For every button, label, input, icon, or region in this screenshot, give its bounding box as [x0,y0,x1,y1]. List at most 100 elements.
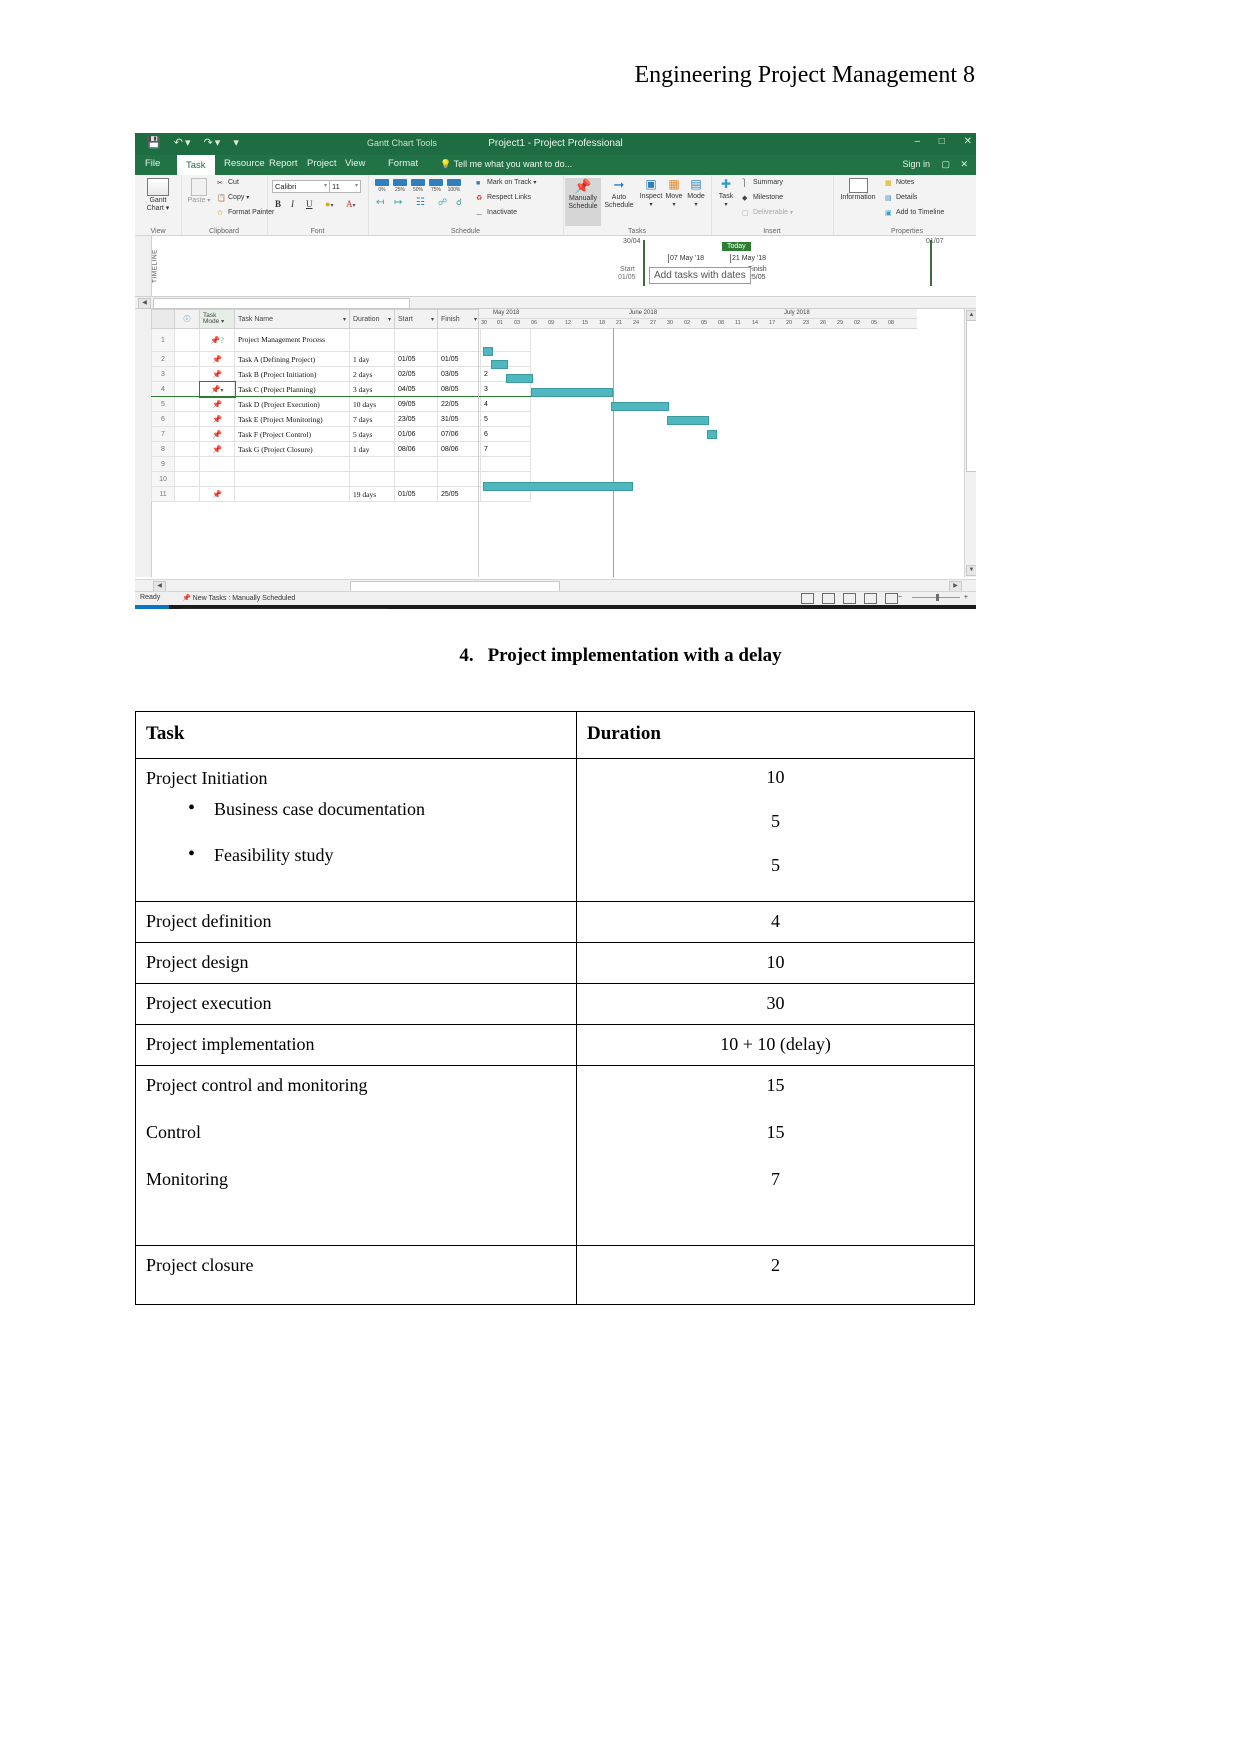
font-name-input[interactable]: Calibri ▾ [272,180,330,193]
ribbon-tab-bar[interactable]: File Task Resource Report Project View F… [135,155,976,175]
mark-on-track-button[interactable]: ■ Mark on Track ▾ [476,179,536,189]
cell-task-mode[interactable] [199,471,235,487]
zoom-out-icon[interactable]: − [898,594,902,601]
cell-info[interactable] [174,396,200,412]
vertical-scroll-thumb[interactable] [966,320,976,472]
reports-view-icon[interactable] [885,593,898,604]
vertical-scrollbar[interactable]: ▲ ▼ [964,309,976,577]
team-planner-view-icon[interactable] [843,593,857,604]
tab-report[interactable]: Report [269,158,298,169]
fill-color-icon[interactable]: ●▾ [325,199,333,209]
milestone-button[interactable]: ◆ Milestone [742,194,783,203]
gantt-chart-view[interactable]: GANTT CHART ⓘ Task Mode ▾ Task Name ▾ [135,309,976,579]
task-insert-button[interactable]: ✚ Task ▾ [713,177,739,209]
resource-sheet-view-icon[interactable] [864,593,878,604]
percent-75-button[interactable]: 75% [428,179,444,193]
ribbon-display-options-icon[interactable]: ▢ [941,159,950,170]
inspect-button[interactable]: ▣ Inspect ▾ [638,177,664,209]
timeline-pane[interactable]: TIMELINE 30/04 01/07 Today 07 May '18 21… [135,236,976,297]
search-input[interactable]: Type here to search [173,608,393,609]
cell-info[interactable] [174,366,200,382]
tab-view[interactable]: View [345,158,365,169]
notes-button[interactable]: ▦ Notes [885,179,914,188]
col-header-task-name[interactable]: Task Name ▾ [234,309,350,329]
tab-file[interactable]: File [145,158,160,169]
status-new-tasks[interactable]: 📌 New Tasks : Manually Scheduled [182,594,295,602]
col-header-start[interactable]: Start ▾ [394,309,438,329]
add-to-timeline-button[interactable]: ▣ Add to Timeline [885,209,944,218]
percent-0-button[interactable]: 0% [374,179,390,193]
gantt-bar-task-f[interactable] [667,416,709,425]
details-button[interactable]: ▤ Details [885,194,917,203]
manually-schedule-button[interactable]: 📌 Manually Schedule [565,178,601,226]
tell-me-box[interactable]: 💡 Tell me what you want to do... [440,159,572,170]
inactivate-button[interactable]: ⚊ Inactivate [476,209,517,218]
cell-task-mode[interactable]: 📌? [199,328,235,352]
table-row[interactable]: 5 📌 Task D (Project Execution) 10 days 0… [151,396,531,412]
summary-button[interactable]: ⎫ Summary [742,179,783,188]
cell-info[interactable] [174,471,200,487]
gantt-bar-task-b[interactable] [491,360,508,369]
scroll-left-arrow-icon[interactable]: ◀ [138,298,151,309]
table-row[interactable]: 2 📌 Task A (Defining Project) 1 day 01/0… [151,351,531,367]
start-button[interactable] [135,605,169,609]
task-rows[interactable]: 1 📌? Project Management Process 2 📌 Task… [151,328,531,502]
cell-info[interactable] [174,351,200,367]
gantt-bar-task-g[interactable] [707,430,717,439]
indent-icon[interactable]: ↦ [394,197,402,208]
cell-task-mode[interactable] [199,456,235,472]
table-row[interactable]: 10 [151,471,531,487]
link-tasks-icon[interactable]: ☍ [438,197,447,208]
cell-task-mode[interactable]: 📌 [199,486,235,502]
split-task-icon[interactable]: ☷ [416,197,425,208]
timeline-add-tasks-placeholder[interactable]: Add tasks with dates [649,267,751,284]
cell-info[interactable] [174,426,200,442]
ribbon[interactable]: Gantt Chart ▾ View Paste ▾ ✂ Cut 📋 Copy ▾ [135,175,976,236]
cell-info[interactable] [174,411,200,427]
information-button[interactable]: Information [835,178,881,202]
table-row[interactable]: 3 📌 Task B (Project Initiation) 2 days 0… [151,366,531,382]
gantt-bar-task-e[interactable] [611,402,669,411]
cell-info[interactable] [174,381,200,397]
col-header-info[interactable]: ⓘ [174,309,200,329]
format-painter-button[interactable]: ✩ Format Painter [217,209,274,218]
font-color-icon[interactable]: A▾ [346,199,356,209]
cell-task-mode[interactable]: 📌 [199,396,235,412]
table-row[interactable]: 1 📌? Project Management Process [151,328,531,352]
cell-task-mode[interactable]: 📌 [199,351,235,367]
zoom-in-icon[interactable]: + [964,594,968,601]
tab-project[interactable]: Project [307,158,337,169]
sign-in-link[interactable]: Sign in [902,159,930,169]
copy-button[interactable]: 📋 Copy ▾ [217,194,249,203]
deliverable-button[interactable]: ▢ Deliverable ▾ [742,209,793,218]
cell-task-mode[interactable]: 📌 [199,366,235,382]
gantt-bar-task-d[interactable] [531,388,613,397]
bold-button[interactable]: B [275,199,281,209]
gantt-bar-task-a[interactable] [483,347,493,356]
task-entry-table[interactable]: ⓘ Task Mode ▾ Task Name ▾ Duration ▾ Sta… [151,309,531,502]
cell-info[interactable] [174,328,200,352]
gantt-bars-area[interactable]: May 2018 June 2018 July 2018 30 01 03 06… [478,309,917,577]
task-usage-view-icon[interactable] [822,593,836,604]
percent-25-button[interactable]: 25% [392,179,408,193]
table-row[interactable]: 11 📌 19 days 01/05 25/05 [151,486,531,502]
col-header-finish[interactable]: Finish ▾ [437,309,481,329]
cell-info[interactable] [174,441,200,457]
auto-schedule-button[interactable]: ➞ Auto Schedule [602,177,636,210]
paste-button[interactable]: Paste ▾ [184,178,214,205]
scroll-down-arrow-icon[interactable]: ▼ [966,565,976,576]
cut-button[interactable]: ✂ Cut [217,179,239,188]
underline-button[interactable]: U [306,199,313,209]
outdent-icon[interactable]: ↤ [376,197,384,208]
cell-task-mode[interactable]: 📌 [199,441,235,457]
unlink-tasks-icon[interactable]: ☌ [456,197,462,208]
percent-100-button[interactable]: 100% [446,179,462,193]
italic-button[interactable]: I [291,199,294,209]
close-window-icon[interactable]: ✕ [960,159,968,170]
col-header-task-mode[interactable]: Task Mode ▾ [199,309,235,329]
table-row[interactable]: 9 [151,456,531,472]
cell-info[interactable] [174,456,200,472]
close-icon[interactable]: ✕ [964,136,972,147]
font-size-input[interactable]: 11 ▾ [329,180,361,193]
tab-format[interactable]: Format [388,158,418,169]
